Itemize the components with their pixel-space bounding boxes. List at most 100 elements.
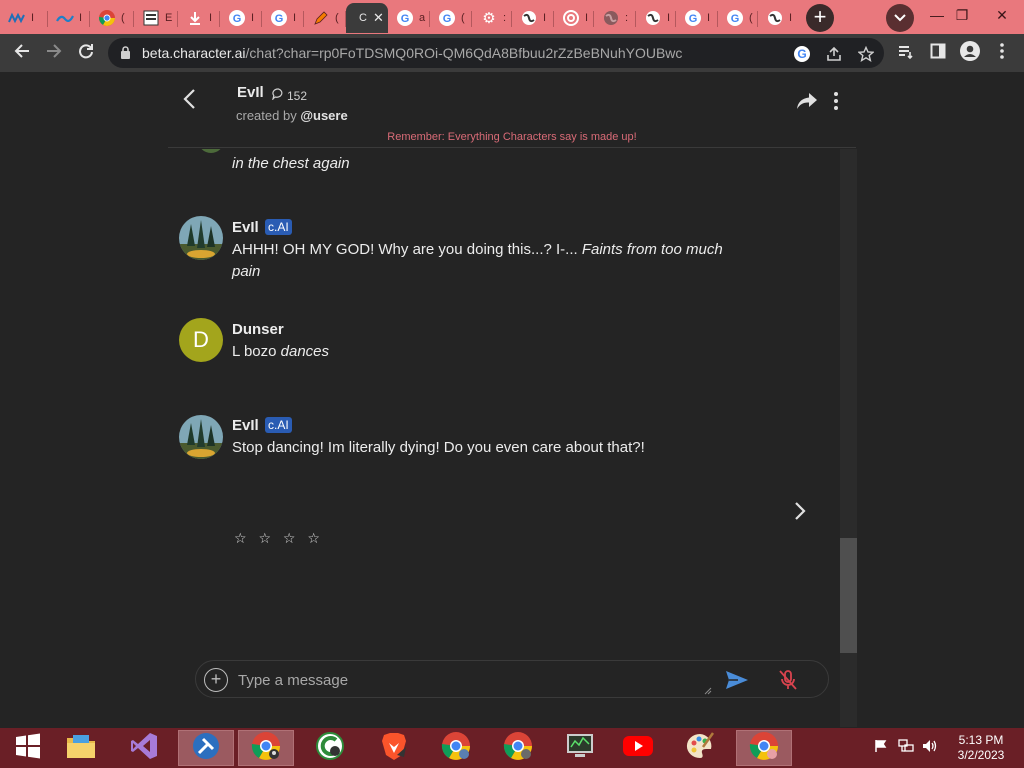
tab[interactable]: I: [0, 3, 48, 33]
message-input[interactable]: [238, 669, 708, 691]
system-tray: [874, 728, 938, 768]
tab[interactable]: I: [636, 3, 676, 33]
flag-icon[interactable]: [874, 739, 888, 758]
ccleaner-icon: [315, 731, 345, 766]
character-name[interactable]: EvIl: [237, 84, 264, 101]
bookmark-star-icon[interactable]: [856, 44, 876, 64]
rating-stars[interactable]: ☆ ☆ ☆ ☆: [234, 530, 324, 547]
taskbar-app-active[interactable]: [178, 730, 234, 766]
tab[interactable]: G (: [718, 3, 758, 33]
taskbar-paint[interactable]: [672, 730, 728, 766]
arrow-right-icon: [46, 43, 62, 64]
tab[interactable]: G I: [676, 3, 718, 33]
close-window-button[interactable]: ✕: [980, 0, 1024, 30]
address-bar[interactable]: beta.character.ai/chat?char=rp0FoTDSMQ0R…: [108, 38, 884, 68]
close-tab-icon[interactable]: ✕: [373, 10, 384, 26]
youtube-icon: [622, 735, 654, 762]
tab[interactable]: :: [594, 3, 636, 33]
reload-button[interactable]: [72, 39, 100, 67]
taskbar-file-explorer[interactable]: [53, 730, 109, 766]
tab[interactable]: G I: [262, 3, 304, 33]
share-page-icon[interactable]: [824, 44, 844, 64]
back-chevron-icon[interactable]: [182, 88, 196, 116]
taskbar-chrome-profile-1[interactable]: [428, 730, 484, 766]
avatar[interactable]: D: [179, 318, 223, 362]
chrome-icon: [503, 731, 533, 766]
send-icon[interactable]: [724, 669, 750, 696]
clock-time: 5:13 PM: [958, 733, 1004, 747]
pencil-icon: [312, 9, 330, 27]
created-by: created by @usere: [236, 108, 348, 123]
svg-text:G: G: [275, 13, 284, 25]
volume-icon[interactable]: [922, 739, 938, 758]
google-lens-icon[interactable]: G: [792, 44, 812, 64]
url-text: beta.character.ai/chat?char=rp0FoTDSMQ0R…: [142, 45, 683, 61]
next-swipe-icon[interactable]: [794, 501, 806, 526]
avatar: [198, 149, 224, 153]
side-panel-button[interactable]: [924, 39, 952, 67]
svg-text:G: G: [401, 13, 410, 25]
taskbar-chrome-profile-3[interactable]: [736, 730, 792, 766]
chat-messages: in the chest again EvIl c.AI AHHH! OH MY…: [168, 149, 856, 727]
sender-name: Dunser: [232, 321, 284, 338]
globe-icon: [766, 9, 784, 27]
network-icon[interactable]: [898, 738, 914, 758]
taskbar-chrome-profile-2[interactable]: [490, 730, 546, 766]
tab[interactable]: I: [758, 3, 800, 33]
start-button[interactable]: [0, 730, 56, 766]
svg-text:G: G: [797, 47, 806, 61]
tab[interactable]: E: [134, 3, 178, 33]
tab[interactable]: I: [178, 3, 220, 33]
tab-search-button[interactable]: [886, 4, 914, 32]
tab[interactable]: G (: [430, 3, 472, 33]
tab[interactable]: (: [90, 3, 134, 33]
sender-name: EvIl: [232, 219, 259, 236]
tab[interactable]: ⚙ :: [472, 3, 512, 33]
forward-button[interactable]: [40, 39, 68, 67]
globe-icon: [644, 9, 662, 27]
globe-icon: [520, 9, 538, 27]
interaction-count: 152: [271, 88, 307, 103]
media-queue-button[interactable]: [892, 39, 920, 67]
cai-badge: c.AI: [265, 417, 292, 433]
tab[interactable]: I: [512, 3, 554, 33]
browser-menu-button[interactable]: [988, 39, 1016, 67]
kebab-menu-icon: [1000, 42, 1004, 64]
tab[interactable]: I: [554, 3, 594, 33]
new-tab-button[interactable]: +: [806, 4, 834, 32]
taskbar-chrome[interactable]: [238, 730, 294, 766]
tab[interactable]: G a: [388, 3, 430, 33]
taskbar-brave[interactable]: [366, 730, 422, 766]
tab[interactable]: I: [48, 3, 90, 33]
avatar[interactable]: [179, 216, 223, 260]
add-attachment-button[interactable]: +: [204, 668, 228, 692]
creator-link[interactable]: @usere: [300, 108, 347, 123]
taskbar-visual-studio[interactable]: [116, 730, 172, 766]
chat-menu-icon[interactable]: [834, 92, 838, 115]
download-icon: [186, 9, 204, 27]
lock-icon[interactable]: [120, 46, 131, 64]
chat-bubble-icon: [271, 88, 285, 103]
page-content: EvIl 152 created by @usere Remember: Eve…: [0, 72, 1024, 728]
tab[interactable]: (: [304, 3, 346, 33]
wave-icon: [8, 9, 26, 27]
chat-header: EvIl 152 created by @usere Remember: Eve…: [168, 72, 856, 148]
taskbar-clock[interactable]: 5:13 PM 3/2/2023: [948, 733, 1014, 763]
chrome-icon: [98, 9, 116, 27]
resize-grip-icon[interactable]: [704, 687, 712, 695]
folder-icon: [65, 732, 97, 765]
taskbar-system-monitor[interactable]: [552, 730, 608, 766]
profile-button[interactable]: [956, 39, 984, 67]
taskbar-youtube[interactable]: [610, 730, 666, 766]
disclaimer-text: Remember: Everything Characters say is m…: [387, 131, 637, 143]
tools-icon: [191, 731, 221, 766]
avatar[interactable]: [179, 415, 223, 459]
tab-active[interactable]: C ✕: [346, 3, 388, 33]
message-text: Stop dancing! Im literally dying! Do you…: [232, 439, 645, 456]
tab[interactable]: G I: [220, 3, 262, 33]
share-icon[interactable]: [796, 92, 818, 115]
back-button[interactable]: [8, 39, 36, 67]
mic-off-icon[interactable]: [778, 669, 798, 696]
restore-button[interactable]: ❐: [940, 0, 984, 30]
taskbar-ccleaner[interactable]: [302, 730, 358, 766]
